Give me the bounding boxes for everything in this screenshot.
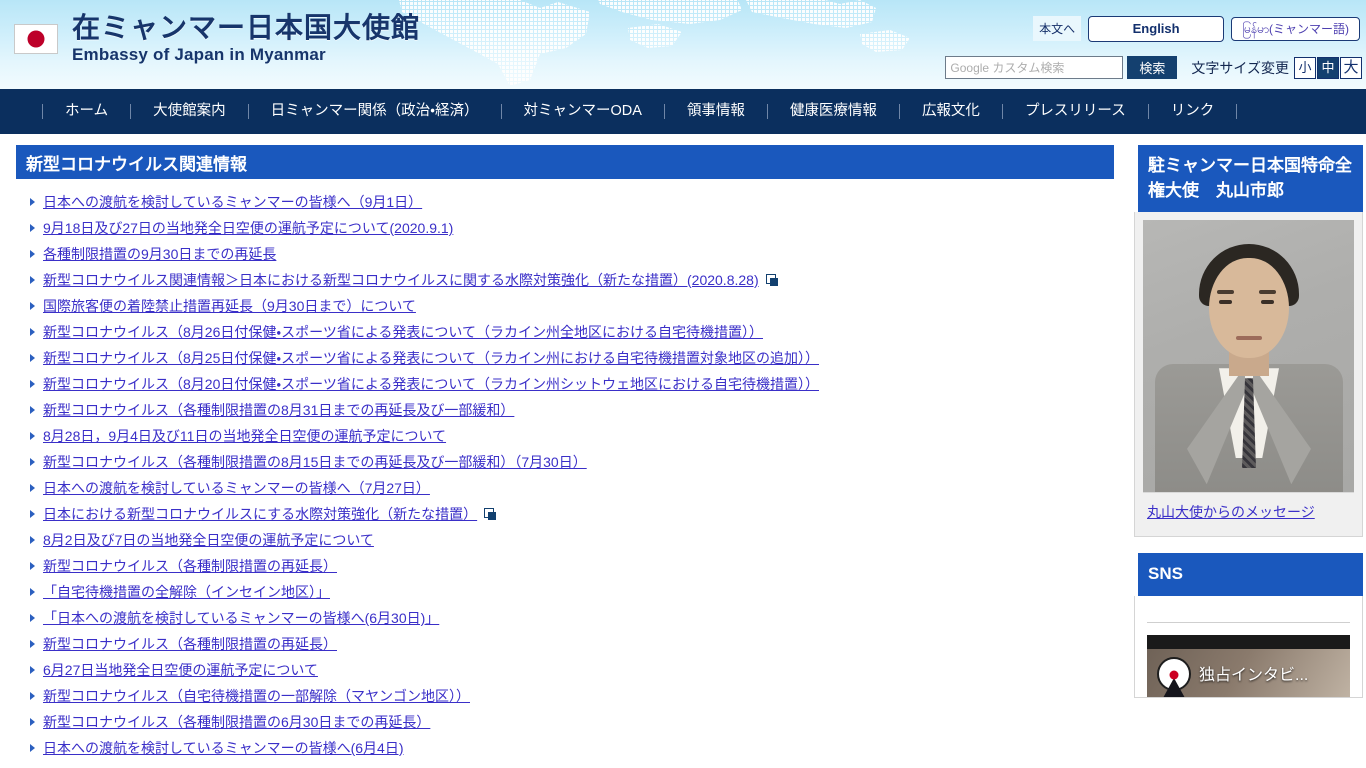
sns-video-card[interactable]: 独占インタビ... [1147, 634, 1350, 697]
list-item: 8月28日，9月4日及び11日の当地発全日空便の運航予定について [28, 427, 1117, 445]
ambassador-widget: 駐ミャンマー日本国特命全権大使 丸山市郎 丸山大使からのメッセージ [1134, 145, 1366, 538]
site-header: 在ミャンマー日本国大使館 Embassy of Japan in Myanmar… [0, 0, 1366, 89]
nav-item-oda[interactable]: 対ミャンマーODA [500, 104, 664, 119]
list-item: 新型コロナウイルス（8月26日付保健・スポーツ省による発表について（ラカイン州全… [28, 323, 1117, 341]
covid-link[interactable]: 日本への渡航を検討しているミャンマーの皆様へ（9月1日） [43, 194, 422, 210]
sns-widget-body: 独占インタビ... [1134, 595, 1363, 698]
site-brand[interactable]: 在ミャンマー日本国大使館 Embassy of Japan in Myanmar [14, 14, 420, 63]
list-item: 新型コロナウイルス（各種制限措置の再延長） [28, 557, 1117, 575]
header-search-and-fontsize: 検索 文字サイズ変更 小 中 大 [945, 56, 1362, 79]
list-item: 新型コロナウイルス（各種制限措置の再延長） [28, 635, 1117, 653]
list-item: 「日本への渡航を検討しているミャンマーの皆様へ(6月30日)」 [28, 609, 1117, 627]
nav-item-links[interactable]: リンク [1147, 104, 1238, 119]
covid-link[interactable]: 6月27日当地発全日空便の運航予定について [43, 662, 318, 678]
site-title-en: Embassy of Japan in Myanmar [72, 45, 326, 64]
covid-link[interactable]: 新型コロナウイルス（各種制限措置の8月31日までの再延長及び一部緩和） [43, 402, 514, 418]
font-size-small-button[interactable]: 小 [1294, 56, 1316, 79]
list-item: 新型コロナウイルス（8月20日付保健・スポーツ省による発表について（ラカイン州シ… [28, 375, 1117, 393]
list-item: 9月18日及び27日の当地発全日空便の運航予定について(2020.9.1) [28, 219, 1117, 237]
list-item: 新型コロナウイルス（各種制限措置の6月30日までの再延長） [28, 713, 1117, 731]
page-title: 新型コロナウイルス関連情報 [12, 145, 1114, 179]
covid-link[interactable]: 各種制限措置の9月30日までの再延長 [43, 246, 276, 262]
list-item: 6月27日当地発全日空便の運航予定について [28, 661, 1117, 679]
search-input[interactable] [945, 56, 1124, 79]
nav-item-health-medical[interactable]: 健康医療情報 [766, 104, 899, 119]
japan-flag-icon [14, 23, 58, 54]
primary-navigation: ホーム 大使館案内 日ミャンマー関係（政治・経済） 対ミャンマーODA 領事情報… [0, 89, 1366, 134]
list-item: 新型コロナウイルス（各種制限措置の8月31日までの再延長及び一部緩和） [28, 401, 1117, 419]
sns-widget-title: SNS [1134, 553, 1363, 596]
nav-item-japan-myanmar-relations[interactable]: 日ミャンマー関係（政治・経済） [247, 104, 501, 119]
nav-item-culture[interactable]: 広報文化 [898, 104, 1002, 119]
covid-link[interactable]: 日本への渡航を検討しているミャンマーの皆様へ(6月4日) [43, 740, 403, 756]
covid-link[interactable]: 新型コロナウイルス（各種制限措置の8月15日までの再延長及び一部緩和）（7月30… [43, 454, 587, 470]
list-item: 新型コロナウイルス（8月25日付保健・スポーツ省による発表について（ラカイン州に… [28, 349, 1117, 367]
covid-link[interactable]: 「自宅待機措置の全解除（インセイン地区）」 [43, 584, 330, 600]
ambassador-photo [1143, 220, 1354, 493]
covid-link[interactable]: 新型コロナウイルス（自宅待機措置の一部解除（マヤンゴン地区）） [43, 688, 470, 704]
header-language-tools: 本文へ English မြန်မာ(ミャンマー語) [1033, 16, 1360, 42]
sidebar: 駐ミャンマー日本国特命全権大使 丸山市郎 丸山大使からのメッセージ SNS 独占… [1117, 145, 1366, 768]
nav-item-consular[interactable]: 領事情報 [663, 104, 767, 119]
covid-link[interactable]: 日本における新型コロナウイルスにする水際対策強化（新たな措置） [43, 506, 477, 522]
covid-link[interactable]: 9月18日及び27日の当地発全日空便の運航予定について(2020.9.1) [43, 220, 453, 236]
search-button[interactable]: 検索 [1127, 56, 1178, 79]
list-item: 日本への渡航を検討しているミャンマーの皆様へ（7月27日） [28, 479, 1117, 497]
sns-widget: SNS 独占インタビ... [1134, 553, 1366, 698]
covid-link[interactable]: 新型コロナウイルス（8月20日付保健・スポーツ省による発表について（ラカイン州シ… [43, 376, 819, 392]
embassy-logo-icon [1157, 656, 1191, 691]
list-item: 8月2日及び7日の当地発全日空便の運航予定について [28, 531, 1117, 549]
list-item: 新型コロナウイルス関連情報＞日本における新型コロナウイルスに関する水際対策強化（… [28, 271, 1117, 289]
skip-to-content-link[interactable]: 本文へ [1033, 16, 1082, 42]
language-english-button[interactable]: English [1088, 16, 1225, 42]
font-size-label: 文字サイズ変更 [1191, 59, 1289, 76]
ambassador-message-link[interactable]: 丸山大使からのメッセージ [1147, 504, 1315, 520]
list-item: 日本への渡航を検討しているミャンマーの皆様へ(6月4日) [28, 739, 1117, 757]
list-item: 「自宅待機措置の全解除（インセイン地区）」 [28, 583, 1117, 601]
sns-divider [1147, 621, 1350, 623]
ambassador-widget-title: 駐ミャンマー日本国特命全権大使 丸山市郎 [1134, 145, 1363, 213]
covid-link[interactable]: 新型コロナウイルス関連情報＞日本における新型コロナウイルスに関する水際対策強化（… [43, 272, 759, 288]
list-item: 新型コロナウイルス（各種制限措置の8月15日までの再延長及び一部緩和）（7月30… [28, 453, 1117, 471]
covid-link[interactable]: 日本への渡航を検討しているミャンマーの皆様へ（7月27日） [43, 480, 430, 496]
page-body: 新型コロナウイルス関連情報 日本への渡航を検討しているミャンマーの皆様へ（9月1… [0, 134, 1366, 768]
nav-item-press-release[interactable]: プレスリリース [1001, 104, 1148, 119]
font-size-large-button[interactable]: 大 [1340, 56, 1362, 79]
covid-link[interactable]: 8月2日及び7日の当地発全日空便の運航予定について [43, 532, 374, 548]
main-content-column: 新型コロナウイルス関連情報 日本への渡航を検討しているミャンマーの皆様へ（9月1… [0, 145, 1117, 768]
ambassador-widget-body: 丸山大使からのメッセージ [1134, 212, 1363, 538]
covid-link[interactable]: 8月28日，9月4日及び11日の当地発全日空便の運航予定について [43, 428, 446, 444]
sns-video-title: 独占インタビ... [1199, 666, 1309, 684]
covid-link[interactable]: 国際旅客便の着陸禁止措置再延長（9月30日まで）について [43, 298, 416, 314]
nav-item-embassy-info[interactable]: 大使館案内 [130, 104, 248, 119]
external-link-icon [765, 274, 779, 286]
covid-link[interactable]: 新型コロナウイルス（各種制限措置の再延長） [43, 636, 337, 652]
list-item: 国際旅客便の着陸禁止措置再延長（9月30日まで）について [28, 297, 1117, 315]
nav-item-home[interactable]: ホーム [42, 104, 130, 119]
covid-link[interactable]: 「日本への渡航を検討しているミャンマーの皆様へ(6月30日)」 [43, 610, 439, 626]
covid-link[interactable]: 新型コロナウイルス（8月25日付保健・スポーツ省による発表について（ラカイン州に… [43, 350, 819, 366]
covid-link[interactable]: 新型コロナウイルス（各種制限措置の6月30日までの再延長） [43, 714, 430, 730]
list-item: 各種制限措置の9月30日までの再延長 [28, 245, 1117, 263]
font-size-medium-button[interactable]: 中 [1317, 56, 1339, 79]
covid-link[interactable]: 新型コロナウイルス（各種制限措置の再延長） [43, 558, 337, 574]
list-item: 新型コロナウイルス（自宅待機措置の一部解除（マヤンゴン地区）） [28, 687, 1117, 705]
site-title-jp: 在ミャンマー日本国大使館 [72, 12, 421, 43]
covid-link-list: 日本への渡航を検討しているミャンマーの皆様へ（9月1日） 9月18日及び27日の当… [12, 179, 1117, 757]
covid-link[interactable]: 新型コロナウイルス（8月26日付保健・スポーツ省による発表について（ラカイン州全… [43, 324, 763, 340]
search-form: 検索 [945, 56, 1178, 79]
external-link-icon [484, 508, 497, 520]
list-item: 日本への渡航を検討しているミャンマーの皆様へ（9月1日） [28, 193, 1117, 211]
ambassador-message-row: 丸山大使からのメッセージ [1143, 492, 1354, 528]
list-item: 日本における新型コロナウイルスにする水際対策強化（新たな措置） [28, 505, 1117, 523]
language-myanmar-button[interactable]: မြန်မာ(ミャンマー語) [1231, 16, 1360, 41]
